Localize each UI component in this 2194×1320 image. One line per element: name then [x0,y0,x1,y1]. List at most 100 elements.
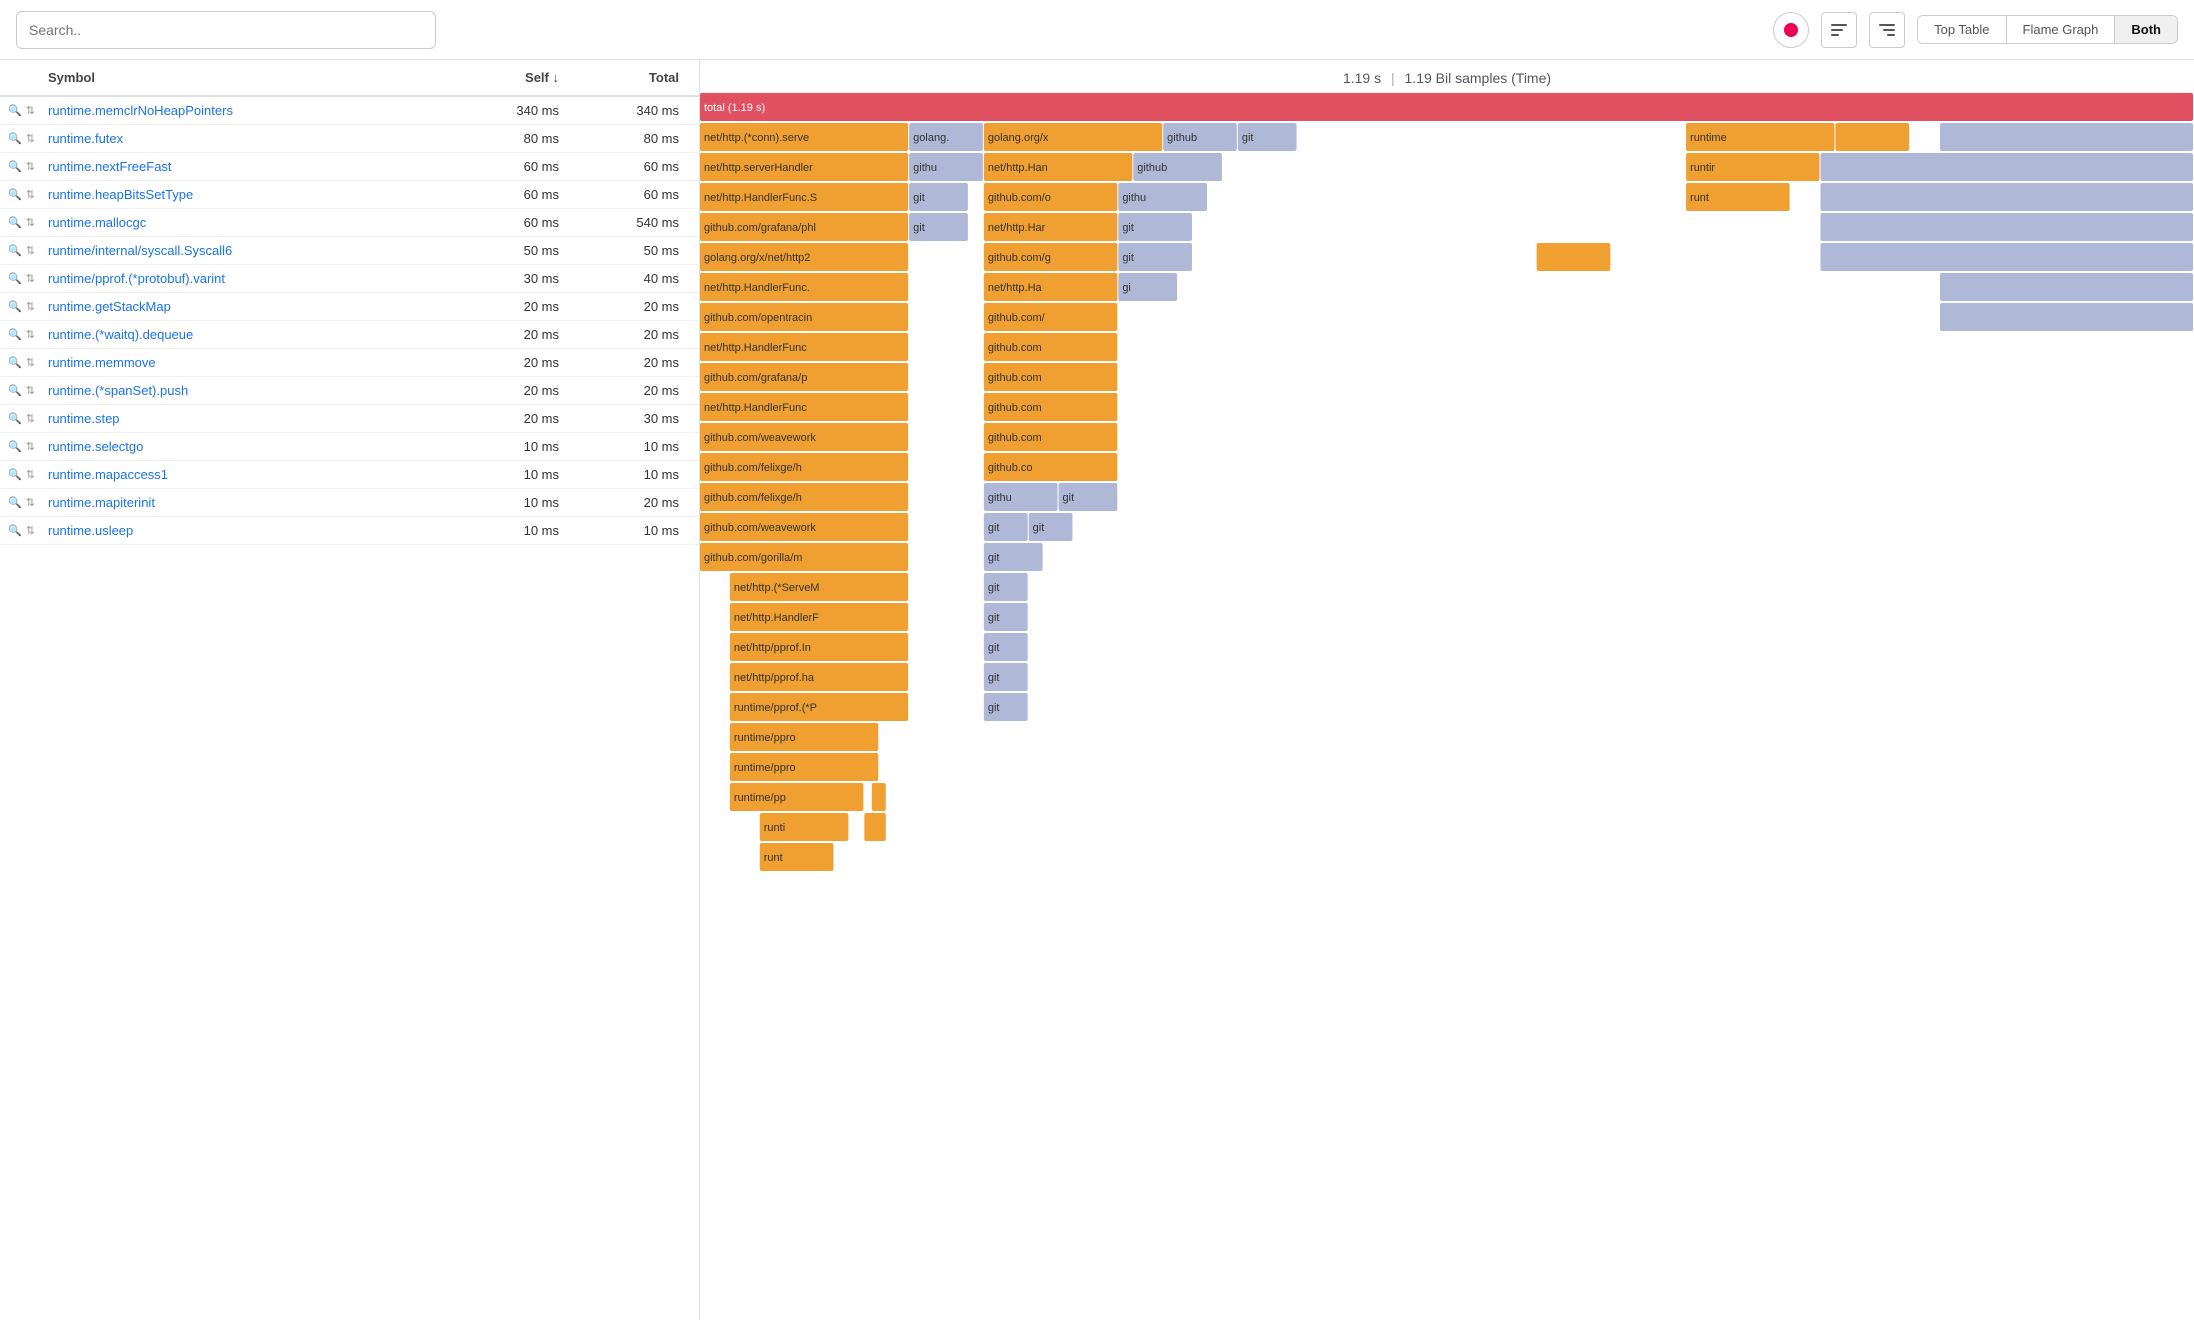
sort-row-icon[interactable]: ⇅ [26,524,35,537]
symbol-link[interactable]: runtime.mallocgc [48,215,146,230]
symbol-link[interactable]: runtime.usleep [48,523,133,538]
symbol-link[interactable]: runtime.nextFreeFast [48,159,172,174]
sort-row-icon[interactable]: ⇅ [26,244,35,257]
flame-bar[interactable] [1940,303,2193,331]
search-row-icon[interactable]: 🔍 [8,160,22,173]
search-row-icon[interactable]: 🔍 [8,468,22,481]
table-row: 🔍 ⇅ runtime.mapaccess1 10 ms 10 ms [0,461,699,489]
flame-bar-label: net/http.HandlerFunc.S [704,192,817,204]
search-row-icon[interactable]: 🔍 [8,104,22,117]
symbol-cell: runtime.(*spanSet).push [48,383,451,398]
search-row-icon[interactable]: 🔍 [8,300,22,313]
symbol-cell: runtime.selectgo [48,439,451,454]
symbol-cell: runtime.usleep [48,523,451,538]
record-button[interactable] [1773,12,1809,48]
sort-row-icon[interactable]: ⇅ [26,328,35,341]
flame-bar[interactable] [872,783,886,811]
total-cell: 20 ms [571,383,691,398]
table-body: 🔍 ⇅ runtime.memclrNoHeapPointers 340 ms … [0,97,699,545]
flame-canvas[interactable]: total (1.19 s)net/http.(*conn).servegola… [700,93,2194,1320]
self-cell: 10 ms [451,439,571,454]
symbol-link[interactable]: runtime.memclrNoHeapPointers [48,103,233,118]
symbol-link[interactable]: runtime.(*waitq).dequeue [48,327,193,342]
flame-bar[interactable] [1940,123,2193,151]
align-right-button[interactable] [1869,12,1905,48]
align-left-button[interactable] [1821,12,1857,48]
self-cell: 20 ms [451,299,571,314]
flame-bar-label: github.com/o [988,192,1051,204]
flame-bar-label: github.com/g [988,252,1051,264]
search-row-icon[interactable]: 🔍 [8,356,22,369]
flame-bar[interactable] [864,813,885,841]
row-icons: 🔍 ⇅ [8,188,48,201]
symbol-link[interactable]: runtime.heapBitsSetType [48,187,193,202]
search-row-icon[interactable]: 🔍 [8,440,22,453]
sort-row-icon[interactable]: ⇅ [26,272,35,285]
flame-bar-label: github.com/gorilla/m [704,552,802,564]
flame-bar-label: githu [913,162,937,174]
self-cell: 20 ms [451,355,571,370]
flame-bar[interactable] [1821,183,2194,211]
record-dot-icon [1784,23,1798,37]
sort-row-icon[interactable]: ⇅ [26,384,35,397]
search-row-icon[interactable]: 🔍 [8,328,22,341]
self-cell: 60 ms [451,187,571,202]
total-cell: 340 ms [571,103,691,118]
search-row-icon[interactable]: 🔍 [8,384,22,397]
symbol-link[interactable]: runtime/pprof.(*protobuf).varint [48,271,225,286]
sort-row-icon[interactable]: ⇅ [26,496,35,509]
flame-bar[interactable] [700,93,2193,121]
flame-bar-label: net/http.serverHandler [704,162,813,174]
sort-row-icon[interactable]: ⇅ [26,188,35,201]
tab-top-table[interactable]: Top Table [1918,16,2006,43]
sort-row-icon[interactable]: ⇅ [26,300,35,313]
flame-bar-label: runtime/ppro [734,762,796,774]
symbol-link[interactable]: runtime.futex [48,131,123,146]
sort-row-icon[interactable]: ⇅ [26,468,35,481]
search-row-icon[interactable]: 🔍 [8,188,22,201]
search-row-icon[interactable]: 🔍 [8,412,22,425]
symbol-link[interactable]: runtime/internal/syscall.Syscall6 [48,243,232,258]
symbol-link[interactable]: runtime.(*spanSet).push [48,383,188,398]
flame-bar[interactable] [1821,153,2194,181]
search-input[interactable] [16,11,436,49]
flame-svg[interactable]: total (1.19 s)net/http.(*conn).servegola… [700,93,2194,1320]
flame-time: 1.19 s [1343,70,1381,86]
sort-row-icon[interactable]: ⇅ [26,356,35,369]
sort-row-icon[interactable]: ⇅ [26,440,35,453]
flame-bar-label: golang.org/x [988,132,1049,144]
tab-flame-graph[interactable]: Flame Graph [2007,16,2116,43]
total-cell: 60 ms [571,187,691,202]
search-row-icon[interactable]: 🔍 [8,272,22,285]
symbol-link[interactable]: runtime.mapiterinit [48,495,155,510]
row-icons: 🔍 ⇅ [8,384,48,397]
symbol-link[interactable]: runtime.memmove [48,355,156,370]
search-row-icon[interactable]: 🔍 [8,244,22,257]
flame-bar[interactable] [1821,213,2194,241]
search-row-icon[interactable]: 🔍 [8,524,22,537]
self-cell: 340 ms [451,103,571,118]
search-row-icon[interactable]: 🔍 [8,132,22,145]
search-row-icon[interactable]: 🔍 [8,496,22,509]
flame-bar-label: golang. [913,132,949,144]
sort-row-icon[interactable]: ⇅ [26,412,35,425]
self-cell: 30 ms [451,271,571,286]
symbol-link[interactable]: runtime.getStackMap [48,299,171,314]
flame-bar[interactable] [1940,273,2193,301]
row-icons: 🔍 ⇅ [8,356,48,369]
flame-bar[interactable] [1537,243,1611,271]
sort-row-icon[interactable]: ⇅ [26,216,35,229]
tab-both[interactable]: Both [2115,16,2177,43]
sort-row-icon[interactable]: ⇅ [26,104,35,117]
flame-bar[interactable] [1835,123,1909,151]
sort-row-icon[interactable]: ⇅ [26,132,35,145]
flame-bar-label: github.com/grafana/p [704,372,807,384]
symbol-link[interactable]: runtime.selectgo [48,439,143,454]
symbol-link[interactable]: runtime.mapaccess1 [48,467,168,482]
table-row: 🔍 ⇅ runtime/pprof.(*protobuf).varint 30 … [0,265,699,293]
flame-bar[interactable] [1821,243,2194,271]
symbol-link[interactable]: runtime.step [48,411,120,426]
row-icons: 🔍 ⇅ [8,272,48,285]
search-row-icon[interactable]: 🔍 [8,216,22,229]
sort-row-icon[interactable]: ⇅ [26,160,35,173]
